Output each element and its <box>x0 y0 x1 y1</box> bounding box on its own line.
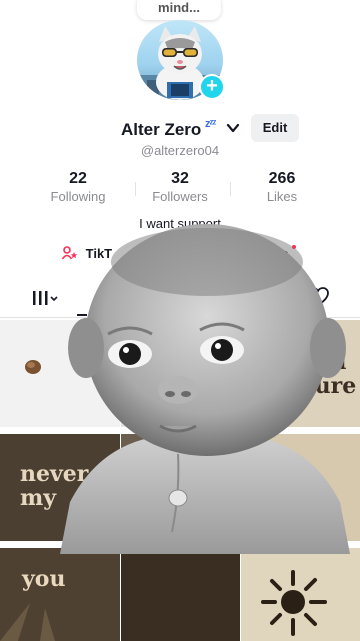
stat-followers[interactable]: 32 Followers <box>135 170 225 204</box>
display-name: Alter Zero <box>121 120 202 139</box>
stat-value: 22 <box>69 170 87 187</box>
video-thumbnail[interactable]: you <box>0 548 120 641</box>
username-handle: @alterzero04 <box>140 143 220 158</box>
video-thumbnail[interactable] <box>241 548 360 641</box>
name-row: Alter Zero zᶻᶻ Edit <box>0 114 360 142</box>
sun-rays-art <box>0 603 55 641</box>
add-story-button[interactable]: + <box>199 74 225 100</box>
sleep-zzz-badge: zᶻᶻ <box>205 118 216 130</box>
edit-profile-button[interactable]: Edit <box>251 114 299 142</box>
stat-value: 32 <box>171 170 189 187</box>
stat-divider <box>230 182 231 196</box>
bars-icon <box>33 291 58 305</box>
baby-photo-overlay <box>60 224 350 554</box>
stats-row: 22 Following 32 Followers 266 Likes <box>0 170 360 210</box>
chevron-down-icon[interactable] <box>226 121 240 135</box>
stat-label: Following <box>50 189 106 204</box>
stat-label: Followers <box>152 189 208 204</box>
stat-following[interactable]: 22 Following <box>33 170 123 204</box>
note-bubble[interactable]: mind... <box>137 0 221 20</box>
plus-icon: + <box>206 75 218 97</box>
sun-icon <box>261 570 327 636</box>
stat-value: 266 <box>268 170 296 187</box>
avatar-container[interactable]: + <box>137 20 225 100</box>
note-text: mind... <box>158 0 200 15</box>
stat-label: Likes <box>266 189 298 204</box>
stat-likes[interactable]: 266 Likes <box>237 170 327 204</box>
tab-videos[interactable] <box>31 288 59 308</box>
video-thumbnail[interactable] <box>121 548 240 641</box>
